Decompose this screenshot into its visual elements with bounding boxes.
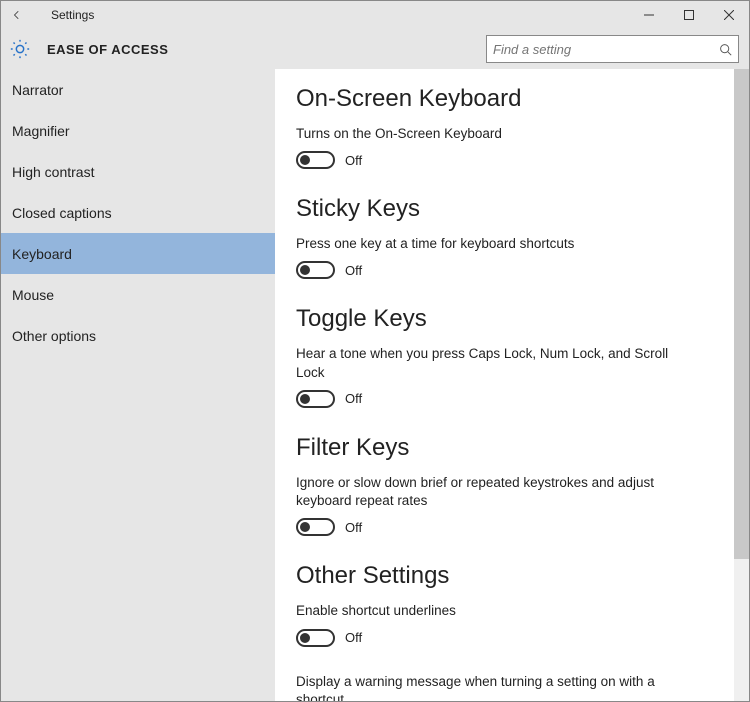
back-arrow-icon	[12, 10, 22, 20]
toggle-row-other1: Off	[296, 629, 725, 647]
toggle-row-sticky: Off	[296, 261, 725, 279]
scrollbar-thumb[interactable]	[734, 69, 749, 559]
toggle-togglekeys[interactable]	[296, 390, 335, 408]
sidebar-item-label: Mouse	[12, 287, 54, 303]
sidebar-item-label: Other options	[12, 328, 96, 344]
toggle-shortcut-underlines[interactable]	[296, 629, 335, 647]
toggle-state-osk: Off	[345, 153, 362, 168]
section-title-sticky: Sticky Keys	[296, 195, 725, 223]
sidebar-item-label: Narrator	[12, 82, 63, 98]
content: On-Screen Keyboard Turns on the On-Scree…	[275, 69, 749, 701]
close-icon	[724, 10, 734, 20]
sidebar-item-magnifier[interactable]: Magnifier	[1, 110, 275, 151]
toggle-state-sticky: Off	[345, 263, 362, 278]
sidebar-item-mouse[interactable]: Mouse	[1, 274, 275, 315]
sidebar-item-keyboard[interactable]: Keyboard	[1, 233, 275, 274]
sidebar-item-label: High contrast	[12, 164, 94, 180]
toggle-osk[interactable]	[296, 151, 335, 169]
back-button[interactable]	[1, 10, 33, 20]
section-title-toggle: Toggle Keys	[296, 305, 725, 333]
sidebar-item-other-options[interactable]: Other options	[1, 315, 275, 356]
window-controls	[629, 1, 749, 29]
settings-window: Settings EASE OF ACCESS Narra	[0, 0, 750, 702]
toggle-sticky[interactable]	[296, 261, 335, 279]
section-title-osk: On-Screen Keyboard	[296, 85, 725, 113]
sidebar-item-label: Closed captions	[12, 205, 112, 221]
section-title-filter: Filter Keys	[296, 434, 725, 462]
minimize-icon	[644, 10, 654, 20]
search-input[interactable]	[493, 42, 718, 57]
window-title: Settings	[51, 8, 94, 22]
toggle-state-other1: Off	[345, 630, 362, 645]
scrollbar[interactable]	[734, 69, 749, 701]
toggle-state-toggle: Off	[345, 391, 362, 406]
search-icon	[718, 42, 732, 56]
toggle-row-filter: Off	[296, 518, 725, 536]
section-desc-filter: Ignore or slow down brief or repeated ke…	[296, 474, 676, 510]
section-desc-other2: Display a warning message when turning a…	[296, 673, 676, 701]
section-desc-osk: Turns on the On-Screen Keyboard	[296, 125, 676, 143]
sidebar-item-narrator[interactable]: Narrator	[1, 69, 275, 110]
body: Narrator Magnifier High contrast Closed …	[1, 69, 749, 701]
maximize-button[interactable]	[669, 1, 709, 29]
sidebar-item-closed-captions[interactable]: Closed captions	[1, 192, 275, 233]
sidebar: Narrator Magnifier High contrast Closed …	[1, 69, 275, 701]
section-desc-sticky: Press one key at a time for keyboard sho…	[296, 235, 676, 253]
minimize-button[interactable]	[629, 1, 669, 29]
sidebar-item-label: Keyboard	[12, 246, 72, 262]
sidebar-item-high-contrast[interactable]: High contrast	[1, 151, 275, 192]
titlebar: Settings	[1, 1, 749, 29]
toggle-filter[interactable]	[296, 518, 335, 536]
search-box[interactable]	[486, 35, 739, 63]
section-desc-other1: Enable shortcut underlines	[296, 602, 676, 620]
toggle-row-toggle: Off	[296, 390, 725, 408]
close-button[interactable]	[709, 1, 749, 29]
section-title-other: Other Settings	[296, 562, 725, 590]
category-title: EASE OF ACCESS	[47, 42, 168, 57]
section-desc-toggle: Hear a tone when you press Caps Lock, Nu…	[296, 345, 676, 381]
scroll-area: On-Screen Keyboard Turns on the On-Scree…	[275, 69, 749, 701]
header: EASE OF ACCESS	[1, 29, 749, 69]
toggle-state-filter: Off	[345, 520, 362, 535]
maximize-icon	[684, 10, 694, 20]
sidebar-item-label: Magnifier	[12, 123, 70, 139]
gear-icon	[9, 38, 31, 60]
toggle-row-osk: Off	[296, 151, 725, 169]
